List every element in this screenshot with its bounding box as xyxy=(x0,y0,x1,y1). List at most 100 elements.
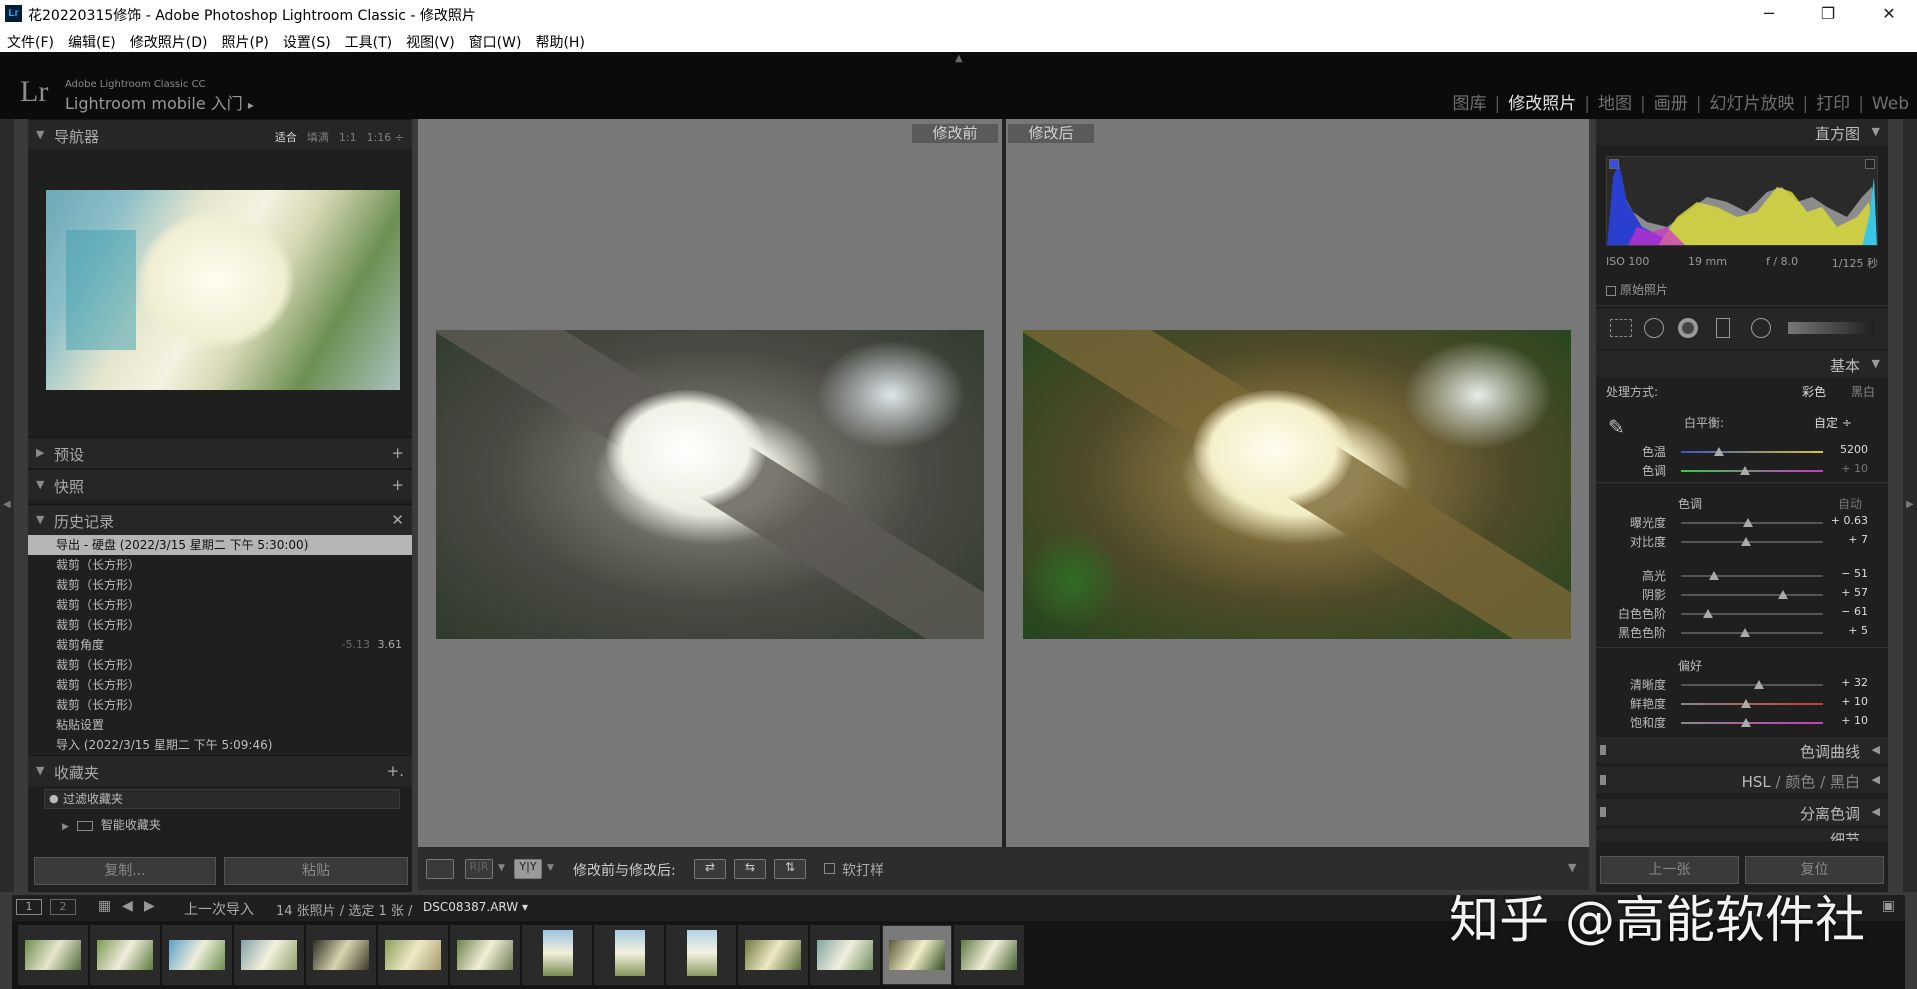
red-eye-icon[interactable] xyxy=(1678,318,1698,338)
radial-filter-icon[interactable] xyxy=(1751,318,1771,338)
shadow-clip-indicator-icon[interactable] xyxy=(1609,159,1619,169)
slider-value[interactable]: − 61 xyxy=(1841,605,1868,618)
adjustment-brush-icon[interactable] xyxy=(1788,322,1873,334)
filmstrip-thumb-selected[interactable] xyxy=(882,925,952,985)
filmstrip-thumb[interactable] xyxy=(810,925,880,985)
before-after-yy-button[interactable]: Y|Y xyxy=(514,859,542,879)
filmstrip-thumb[interactable] xyxy=(594,925,664,985)
main-window-button[interactable]: 1 xyxy=(16,899,42,915)
basic-header[interactable]: 基本 ▼ xyxy=(1596,351,1888,377)
restore-button[interactable]: ❐ xyxy=(1805,0,1851,28)
history-item[interactable]: 导出 - 硬盘 (2022/3/15 星期二 下午 5:30:00) xyxy=(28,535,412,555)
spot-removal-icon[interactable] xyxy=(1644,318,1664,338)
slider-whites[interactable]: 白色色阶 − 61 xyxy=(1596,605,1888,623)
filmstrip-thumb[interactable] xyxy=(306,925,376,985)
slider-vibrance[interactable]: 鲜艳度 + 10 xyxy=(1596,695,1888,713)
highlight-clip-indicator-icon[interactable] xyxy=(1865,159,1875,169)
original-photo-toggle[interactable]: 原始照片 xyxy=(1606,281,1668,298)
module-web[interactable]: Web xyxy=(1864,94,1917,114)
identity-line2[interactable]: Lightroom mobile 入门 ▸ xyxy=(65,90,254,114)
snapshots-header[interactable]: ▼ 快照 + xyxy=(28,469,412,500)
hsl-header[interactable]: HSL / 颜色 / 黑白 ◀ xyxy=(1596,767,1888,793)
filmstrip-thumb[interactable] xyxy=(450,925,520,985)
swap-settings-icon[interactable]: ⇅ xyxy=(774,859,806,879)
history-item[interactable]: 裁剪（长方形） xyxy=(28,555,412,575)
hsl-tab[interactable]: HSL xyxy=(1742,773,1771,791)
history-item[interactable]: 裁剪（长方形） xyxy=(28,615,412,635)
slider-value[interactable]: + 10 xyxy=(1841,695,1868,708)
filmstrip-thumb[interactable] xyxy=(234,925,304,985)
module-print[interactable]: 打印 xyxy=(1808,94,1858,114)
wb-eyedropper-icon[interactable]: ✎ xyxy=(1608,415,1625,439)
history-item[interactable]: 裁剪（长方形） xyxy=(28,595,412,615)
collection-filter-input[interactable]: ● 过滤收藏夹 xyxy=(44,789,400,809)
auto-tone-button[interactable]: 自动 xyxy=(1838,495,1862,512)
menu-develop[interactable]: 修改照片(D) xyxy=(123,28,215,52)
menu-view[interactable]: 视图(V) xyxy=(399,28,462,52)
slider-shadows[interactable]: 阴影 + 57 xyxy=(1596,586,1888,604)
left-edge-strip[interactable]: ◀ xyxy=(0,119,14,892)
menu-photo[interactable]: 照片(P) xyxy=(214,28,275,52)
zoom-fit[interactable]: 适合 xyxy=(275,131,297,144)
smart-collections-item[interactable]: ▶ 智能收藏夹 xyxy=(62,816,161,833)
module-book[interactable]: 画册 xyxy=(1646,94,1696,114)
menu-edit[interactable]: 编辑(E) xyxy=(61,28,123,52)
loupe-view-button[interactable] xyxy=(426,859,454,879)
menu-window[interactable]: 窗口(W) xyxy=(462,28,529,52)
second-window-button[interactable]: 2 xyxy=(50,899,76,915)
slider-tint[interactable]: 色调 + 10 xyxy=(1596,462,1888,480)
treatment-bw[interactable]: 黑白 xyxy=(1851,383,1875,400)
history-item[interactable]: 裁剪（长方形） xyxy=(28,655,412,675)
filmstrip-thumb[interactable] xyxy=(18,925,88,985)
menu-settings[interactable]: 设置(S) xyxy=(276,28,338,52)
collections-header[interactable]: ▼ 收藏夹 +. xyxy=(28,755,412,786)
tone-curve-header[interactable]: 色调曲线 ◀ xyxy=(1596,737,1888,763)
clear-history-icon[interactable]: ✕ xyxy=(391,511,404,529)
back-arrow-icon[interactable]: ◀ xyxy=(122,898,133,914)
zoom-fill[interactable]: 填满 xyxy=(307,131,329,144)
copy-after-to-before-icon[interactable]: ⇆ xyxy=(734,859,766,879)
history-item[interactable]: 裁剪（长方形） xyxy=(28,695,412,715)
history-item[interactable]: 粘贴设置 xyxy=(28,715,412,735)
menu-tools[interactable]: 工具(T) xyxy=(338,28,399,52)
slider-value[interactable]: 5200 xyxy=(1840,443,1868,456)
copy-before-to-after-icon[interactable]: ⇄ xyxy=(694,859,726,879)
history-header[interactable]: ▼ 历史记录 ✕ xyxy=(28,504,412,535)
graduated-filter-icon[interactable] xyxy=(1716,318,1730,338)
navigator-header[interactable]: ▼ 导航器 适合 填满 1:1 1:16 ÷ xyxy=(28,119,412,150)
bw-tab[interactable]: 黑白 xyxy=(1830,773,1860,791)
collapse-top-icon[interactable]: ▲ xyxy=(955,53,963,64)
zoom-1-1[interactable]: 1:1 xyxy=(339,131,357,144)
slider-temp[interactable]: 色温 5200 xyxy=(1596,443,1888,461)
after-photo[interactable] xyxy=(1023,330,1571,639)
detail-header[interactable]: 细节 xyxy=(1596,829,1888,841)
slider-blacks[interactable]: 黑色色阶 + 5 xyxy=(1596,624,1888,642)
filmstrip-thumb[interactable] xyxy=(666,925,736,985)
filmstrip-source[interactable]: 上一次导入 xyxy=(184,899,254,919)
slider-value[interactable]: + 10 xyxy=(1841,714,1868,727)
slider-value[interactable]: + 5 xyxy=(1848,624,1868,637)
navigator-preview-image[interactable] xyxy=(46,190,400,390)
module-slideshow[interactable]: 幻灯片放映 xyxy=(1701,94,1802,114)
slider-value[interactable]: + 10 xyxy=(1841,462,1868,475)
filmstrip-thumb[interactable] xyxy=(162,925,232,985)
slider-saturation[interactable]: 饱和度 + 10 xyxy=(1596,714,1888,732)
close-button[interactable]: ✕ xyxy=(1866,0,1912,28)
filmstrip-thumb[interactable] xyxy=(378,925,448,985)
zoom-1-16[interactable]: 1:16 ÷ xyxy=(367,131,404,144)
slider-exposure[interactable]: 曝光度 + 0.63 xyxy=(1596,514,1888,532)
color-tab[interactable]: 颜色 xyxy=(1785,773,1815,791)
copy-button[interactable]: 复制... xyxy=(34,857,216,885)
menu-help[interactable]: 帮助(H) xyxy=(528,28,591,52)
histogram-graph[interactable] xyxy=(1606,156,1878,246)
filmstrip-thumb[interactable] xyxy=(954,925,1024,985)
slider-value[interactable]: + 0.63 xyxy=(1831,514,1868,527)
paste-button[interactable]: 粘贴 xyxy=(224,857,408,885)
history-item[interactable]: 导入 (2022/3/15 星期二 下午 5:09:46) xyxy=(28,735,412,755)
histogram-header[interactable]: 直方图 ▼ xyxy=(1596,119,1888,145)
history-item[interactable]: 裁剪角度 -5.13 3.61 xyxy=(28,635,412,655)
presets-header[interactable]: ▶ 预设 + xyxy=(28,437,412,468)
add-collection-icon[interactable]: +. xyxy=(387,762,404,780)
minimize-button[interactable]: ─ xyxy=(1746,0,1792,28)
history-item[interactable]: 裁剪（长方形） xyxy=(28,675,412,695)
